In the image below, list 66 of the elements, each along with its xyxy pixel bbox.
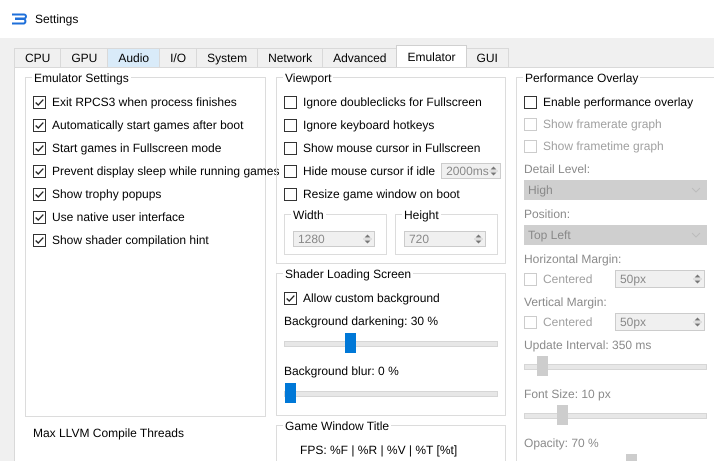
setting-label: Update Interval: 350 ms xyxy=(524,338,652,352)
option-label: Exit RPCS3 when process finishes xyxy=(52,95,237,109)
group-title: Height xyxy=(402,208,441,222)
tab[interactable]: Audio xyxy=(107,48,160,67)
checkbox[interactable] xyxy=(33,118,46,132)
option-label: Ignore doubleclicks for Fullscreen xyxy=(303,95,482,109)
slider-label: Background darkening: 30 % xyxy=(284,314,440,328)
setting-label: Opacity: 70 % xyxy=(524,436,600,450)
setting-label: Position: xyxy=(524,207,572,221)
checkbox[interactable] xyxy=(524,96,537,108)
app-logo-icon xyxy=(11,13,27,25)
group-title: Game Window Title xyxy=(283,419,392,433)
option-label: Show trophy popups xyxy=(52,187,162,201)
setting-label: Horizontal Margin: xyxy=(524,252,622,266)
checkbox[interactable] xyxy=(33,234,46,246)
slider-label: Background blur: 0 % xyxy=(284,364,400,378)
tab[interactable]: GUI xyxy=(466,48,509,67)
option-label: Use native user interface xyxy=(52,210,185,224)
option-label: Hide mouse cursor if idle xyxy=(303,164,436,178)
option-label: Show frametime graph xyxy=(543,139,664,153)
slider-thumb[interactable] xyxy=(285,383,296,403)
checkbox[interactable] xyxy=(284,164,297,178)
option-label: Centered xyxy=(543,272,592,286)
option-label: Show mouse cursor in Fullscreen xyxy=(303,141,480,155)
group-title: Performance Overlay xyxy=(523,71,640,85)
group-title: Viewport xyxy=(283,71,334,85)
option-label: Show framerate graph xyxy=(543,117,662,131)
group-title: Emulator Settings xyxy=(32,71,131,85)
group-title: Width xyxy=(291,208,326,222)
setting-label: Detail Level: xyxy=(524,162,592,176)
checkbox[interactable] xyxy=(284,188,297,200)
option-label: Allow custom background xyxy=(303,291,440,305)
spin-arrows-icon[interactable] xyxy=(693,315,702,329)
tab[interactable]: CPU xyxy=(14,48,62,67)
tab[interactable]: Emulator xyxy=(396,45,467,67)
tab[interactable]: System xyxy=(196,48,258,67)
option-label: Automatically start games after boot xyxy=(52,118,244,132)
section-title: Max LLVM Compile Threads xyxy=(32,426,185,440)
checkbox[interactable] xyxy=(33,210,46,224)
window-title: Settings xyxy=(35,12,78,26)
checkbox[interactable] xyxy=(33,164,46,178)
checkbox[interactable] xyxy=(284,292,297,304)
slider-thumb[interactable] xyxy=(536,356,548,376)
setting-label: Vertical Margin: xyxy=(524,295,608,309)
option-label: Show shader compilation hint xyxy=(52,233,209,247)
group-title: Shader Loading Screen xyxy=(283,267,414,281)
checkbox[interactable] xyxy=(33,142,46,154)
spin-arrows-icon[interactable] xyxy=(693,272,702,286)
checkbox[interactable] xyxy=(284,142,297,154)
checkbox[interactable] xyxy=(33,96,46,108)
checkbox[interactable] xyxy=(284,118,297,132)
option-label: Prevent display sleep while running games xyxy=(52,164,280,178)
spin-arrows-icon[interactable] xyxy=(474,232,483,246)
setting-label: Font Size: 10 px xyxy=(524,387,612,401)
title-format-field[interactable]: FPS: %F | %R | %V | %T [%t] xyxy=(284,443,498,457)
option-label: Enable performance overlay xyxy=(543,95,694,109)
option-label: Resize game window on boot xyxy=(303,187,460,201)
spin-arrows-icon[interactable] xyxy=(363,232,372,246)
checkbox[interactable] xyxy=(33,188,46,200)
checkbox[interactable] xyxy=(284,96,297,108)
option-label: Ignore keyboard hotkeys xyxy=(303,118,434,132)
option-label: Start games in Fullscreen mode xyxy=(52,141,222,155)
spin-arrows-icon[interactable] xyxy=(488,164,498,178)
slider-thumb[interactable] xyxy=(557,405,568,425)
slider-thumb[interactable] xyxy=(345,333,356,353)
option-label: Centered xyxy=(543,315,592,329)
